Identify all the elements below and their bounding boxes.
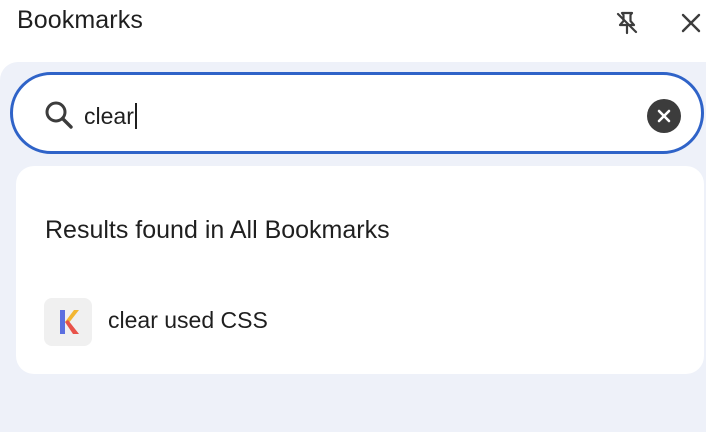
panel-header: Bookmarks xyxy=(0,0,706,62)
clear-search-button[interactable] xyxy=(647,99,681,133)
bookmarks-side-panel: Bookmarks clear Results found in All Boo… xyxy=(0,0,706,432)
results-heading: Results found in All Bookmarks xyxy=(45,216,390,244)
bookmark-result-title: clear used CSS xyxy=(108,307,268,333)
panel-body: clear Results found in All Bookmarks cle… xyxy=(0,62,706,432)
text-caret xyxy=(134,103,137,129)
bookmark-favicon xyxy=(44,298,92,346)
search-input-value: clear xyxy=(84,103,134,129)
search-icon xyxy=(45,101,73,129)
bookmark-search-field[interactable]: clear xyxy=(10,72,704,154)
panel-title: Bookmarks xyxy=(17,6,143,34)
close-icon xyxy=(681,13,701,33)
unpin-icon xyxy=(616,11,638,35)
clear-circle-icon xyxy=(657,109,671,123)
close-panel-button[interactable] xyxy=(676,8,706,38)
k-logo-icon xyxy=(60,310,79,334)
unpin-button[interactable] xyxy=(612,8,642,38)
search-results-card: Results found in All Bookmarks clear use… xyxy=(16,166,704,374)
search-input[interactable]: clear xyxy=(84,100,137,132)
bookmark-result-item[interactable]: clear used CSS xyxy=(16,290,704,354)
